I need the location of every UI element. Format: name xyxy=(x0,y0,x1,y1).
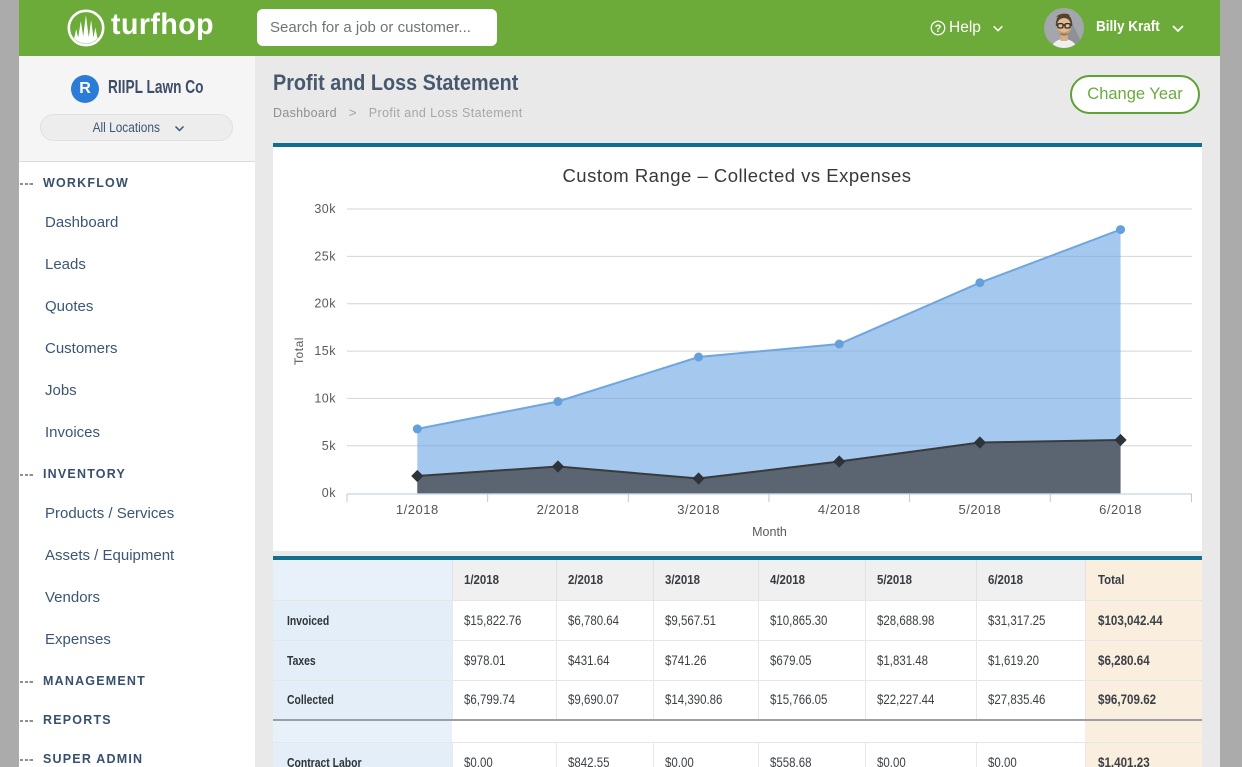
svg-text:10k: 10k xyxy=(314,391,336,405)
svg-text:0k: 0k xyxy=(322,486,336,500)
svg-text:20k: 20k xyxy=(314,297,336,311)
svg-text:4/2018: 4/2018 xyxy=(818,502,861,517)
svg-text:15k: 15k xyxy=(314,344,336,358)
svg-text:Month: Month xyxy=(752,525,787,539)
svg-text:5k: 5k xyxy=(322,439,336,453)
svg-text:Total: Total xyxy=(292,337,306,365)
svg-text:Custom Range – Collected vs Ex: Custom Range – Collected vs Expenses xyxy=(562,165,911,186)
svg-text:30k: 30k xyxy=(314,202,336,216)
svg-text:1/2018: 1/2018 xyxy=(396,502,439,517)
svg-text:?: ? xyxy=(935,23,942,35)
svg-text:6/2018: 6/2018 xyxy=(1099,502,1142,517)
svg-text:3/2018: 3/2018 xyxy=(677,502,720,517)
svg-text:25k: 25k xyxy=(314,249,336,263)
svg-text:2/2018: 2/2018 xyxy=(537,502,580,517)
svg-text:5/2018: 5/2018 xyxy=(959,502,1002,517)
